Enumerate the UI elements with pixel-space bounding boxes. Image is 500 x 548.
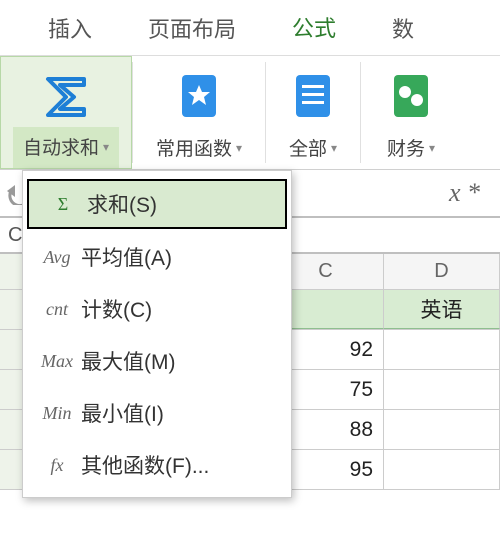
tab-page-layout[interactable]: 页面布局	[120, 0, 264, 58]
dropdown-item-label: 计数(C)	[81, 294, 152, 324]
dropdown-item-label: 求和(S)	[87, 189, 157, 219]
common-functions-label: 常用函数	[156, 134, 232, 161]
money-doc-icon	[388, 66, 434, 126]
fx-text: x *	[449, 178, 480, 208]
dropdown-item-average[interactable]: Avg 平均值(A)	[23, 231, 291, 283]
dropdown-item-count[interactable]: cnt 计数(C)	[23, 283, 291, 335]
row-header[interactable]	[0, 290, 24, 329]
dropdown-item-max[interactable]: Max 最大值(M)	[23, 335, 291, 387]
dropdown-item-sum[interactable]: Σ 求和(S)	[27, 179, 287, 229]
autosum-label: 自动求和	[23, 133, 99, 160]
cell-d-header[interactable]: 英语	[384, 290, 500, 329]
all-label: 全部	[289, 134, 327, 161]
autosum-dropdown: Σ 求和(S) Avg 平均值(A) cnt 计数(C) Max 最大值(M) …	[22, 170, 292, 498]
cnt-icon: cnt	[33, 299, 81, 320]
col-header-d[interactable]: D	[384, 254, 500, 289]
ribbon-tabs: 插入 页面布局 公式 数	[0, 0, 500, 56]
finance-button[interactable]: 财务 ▾	[361, 56, 461, 169]
dropdown-item-label: 最大值(M)	[81, 346, 175, 376]
autosum-button[interactable]: 自动求和 ▾	[0, 56, 132, 169]
dropdown-item-other[interactable]: fx 其他函数(F)...	[23, 439, 291, 491]
dropdown-item-label: 最小值(I)	[81, 398, 164, 428]
caret-down-icon: ▾	[103, 140, 109, 154]
fx-icon: fx	[33, 455, 81, 476]
caret-down-icon: ▾	[429, 141, 435, 155]
finance-label: 财务	[387, 134, 425, 161]
ribbon: 自动求和 ▾ 常用函数 ▾ 全部 ▾	[0, 56, 500, 170]
star-doc-icon	[176, 66, 222, 126]
avg-icon: Avg	[33, 247, 81, 268]
max-icon: Max	[33, 351, 81, 372]
cell[interactable]	[384, 450, 500, 489]
sigma-icon: Σ	[39, 194, 87, 215]
sigma-icon	[40, 67, 92, 127]
row-header[interactable]	[0, 410, 24, 449]
cell[interactable]	[384, 410, 500, 449]
tab-insert[interactable]: 插入	[20, 0, 120, 58]
dropdown-item-min[interactable]: Min 最小值(I)	[23, 387, 291, 439]
list-doc-icon	[290, 66, 336, 126]
row-header[interactable]	[0, 330, 24, 369]
tab-formula[interactable]: 公式	[264, 0, 364, 60]
cell[interactable]	[384, 330, 500, 369]
caret-down-icon: ▾	[331, 141, 337, 155]
dropdown-item-label: 平均值(A)	[81, 242, 172, 272]
dropdown-item-label: 其他函数(F)...	[81, 450, 209, 480]
all-button[interactable]: 全部 ▾	[266, 56, 360, 169]
caret-down-icon: ▾	[236, 141, 242, 155]
row-header[interactable]	[0, 370, 24, 409]
fx-indicator: x *	[449, 178, 500, 208]
tab-data[interactable]: 数	[364, 0, 442, 58]
min-icon: Min	[33, 403, 81, 424]
common-functions-button[interactable]: 常用函数 ▾	[133, 56, 265, 169]
cell[interactable]	[384, 370, 500, 409]
row-header[interactable]	[0, 450, 24, 489]
